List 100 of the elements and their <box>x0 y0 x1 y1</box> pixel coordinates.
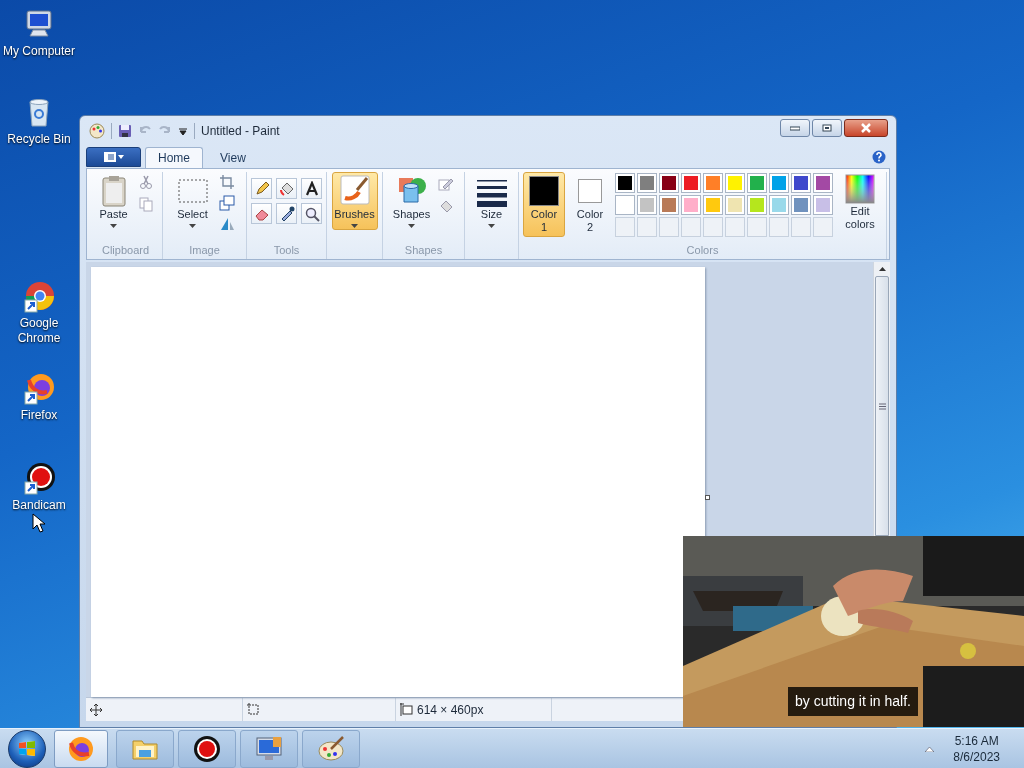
palette-swatch[interactable] <box>615 195 635 215</box>
palette-icon <box>89 123 105 139</box>
text-icon <box>303 180 320 197</box>
app-menu-button[interactable] <box>86 147 141 167</box>
palette-swatch[interactable] <box>659 195 679 215</box>
group-label: Tools <box>273 243 300 258</box>
ribbon-button[interactable]: Brushes <box>331 172 378 230</box>
copy-icon <box>137 196 154 212</box>
desktop-icon-label[interactable]: Google Chrome <box>9 316 69 346</box>
video-caption: by cutting it in half. <box>788 687 918 716</box>
palette-swatch[interactable] <box>791 195 811 215</box>
color-select-button[interactable]: Color 1 <box>523 172 565 237</box>
ribbon-button[interactable]: Select <box>172 172 213 230</box>
color-select-button[interactable]: Color 2 <box>569 172 611 237</box>
palette-swatch[interactable] <box>659 173 679 193</box>
desktop-icon-label[interactable]: Bandicam <box>10 498 68 513</box>
ribbon-button[interactable]: Shapes <box>391 172 432 230</box>
desktop-icon-label[interactable]: Firefox <box>18 408 60 423</box>
close-icon <box>860 123 872 133</box>
image-dimensions: 614 × 460px <box>417 701 484 719</box>
crop-icon <box>218 174 235 190</box>
empty-swatch[interactable] <box>747 217 767 237</box>
palette-swatch[interactable] <box>813 173 833 193</box>
palette-swatch[interactable] <box>681 173 701 193</box>
desktop-icon-label[interactable]: Recycle Bin <box>5 132 73 147</box>
palette-swatch[interactable] <box>725 195 745 215</box>
maximize-button[interactable] <box>812 119 842 137</box>
palette-swatch[interactable] <box>813 195 833 215</box>
close-button[interactable] <box>844 119 888 137</box>
empty-swatch[interactable] <box>725 217 745 237</box>
record-icon <box>193 734 221 763</box>
empty-swatch[interactable] <box>791 217 811 237</box>
palette-swatch[interactable] <box>703 195 723 215</box>
window-title: Untitled - Paint <box>201 123 280 140</box>
caret-icon <box>488 221 495 229</box>
caret-icon <box>351 221 358 229</box>
start-button[interactable] <box>8 729 46 768</box>
pencil-tool[interactable] <box>251 178 272 199</box>
fox-globe-icon <box>67 734 95 763</box>
paint-palette-icon <box>317 734 345 763</box>
empty-swatch[interactable] <box>703 217 723 237</box>
record-icon <box>21 462 57 496</box>
minimize-button[interactable] <box>780 119 810 137</box>
ribbon-tab[interactable]: View <box>207 147 259 168</box>
resize-icon <box>218 195 235 211</box>
empty-swatch[interactable] <box>681 217 701 237</box>
color-spectrum-icon <box>845 174 875 204</box>
palette-swatch[interactable] <box>681 195 701 215</box>
empty-swatch[interactable] <box>769 217 789 237</box>
chrome-logo-icon <box>21 280 57 314</box>
palette-swatch[interactable] <box>637 173 657 193</box>
grip-icon <box>878 402 886 410</box>
edit-colors-button[interactable]: Edit colors <box>837 172 883 231</box>
group-label: Shapes <box>404 243 443 258</box>
up-arrow-icon <box>924 745 934 752</box>
selection-size-icon <box>247 703 260 716</box>
monitor-icon <box>255 734 283 763</box>
paint-bucket-tool[interactable] <box>276 178 297 199</box>
taskbar-button[interactable] <box>178 729 236 768</box>
group-label: Clipboard <box>101 243 150 258</box>
empty-swatch[interactable] <box>637 217 657 237</box>
clock[interactable]: 5:16 AM 8/6/2023 <box>953 732 1000 765</box>
eraser-tool[interactable] <box>251 203 272 224</box>
restore-icon <box>822 124 832 132</box>
empty-swatch[interactable] <box>659 217 679 237</box>
palette-swatch[interactable] <box>769 195 789 215</box>
scrollbar-thumb[interactable] <box>875 276 889 536</box>
ribbon-button[interactable]: Size <box>472 172 511 230</box>
empty-swatch[interactable] <box>615 217 635 237</box>
desktop-icon-label[interactable]: My Computer <box>1 44 77 59</box>
paint-bucket-icon <box>278 180 295 197</box>
resize-handle[interactable] <box>705 495 710 500</box>
save-icon <box>118 124 132 138</box>
menu-icon <box>102 151 125 163</box>
minimize-icon <box>790 125 800 131</box>
palette-swatch[interactable] <box>725 173 745 193</box>
text-tool[interactable] <box>301 178 322 199</box>
magnifier-tool[interactable] <box>301 203 322 224</box>
palette-swatch[interactable] <box>637 195 657 215</box>
palette-swatch[interactable] <box>747 173 767 193</box>
color-picker-tool[interactable] <box>276 203 297 224</box>
windows-logo-icon <box>17 738 37 759</box>
magnifier-icon <box>303 205 320 222</box>
palette-swatch[interactable] <box>791 173 811 193</box>
resize-button[interactable] <box>216 193 237 213</box>
empty-swatch[interactable] <box>813 217 833 237</box>
palette-swatch[interactable] <box>703 173 723 193</box>
group-label: Image <box>189 243 220 258</box>
canvas-size-icon <box>400 703 413 716</box>
caret-icon <box>189 221 196 229</box>
vertical-scrollbar[interactable] <box>873 262 890 536</box>
ribbon-tab[interactable]: Home <box>145 147 203 168</box>
ribbon-button[interactable]: Paste <box>95 172 132 230</box>
palette-swatch[interactable] <box>769 173 789 193</box>
caret-icon <box>110 221 117 229</box>
rotate-icon <box>218 216 235 232</box>
palette-swatch[interactable] <box>747 195 767 215</box>
pencil-icon <box>253 180 270 197</box>
move-icon <box>90 703 102 716</box>
palette-swatch[interactable] <box>615 173 635 193</box>
